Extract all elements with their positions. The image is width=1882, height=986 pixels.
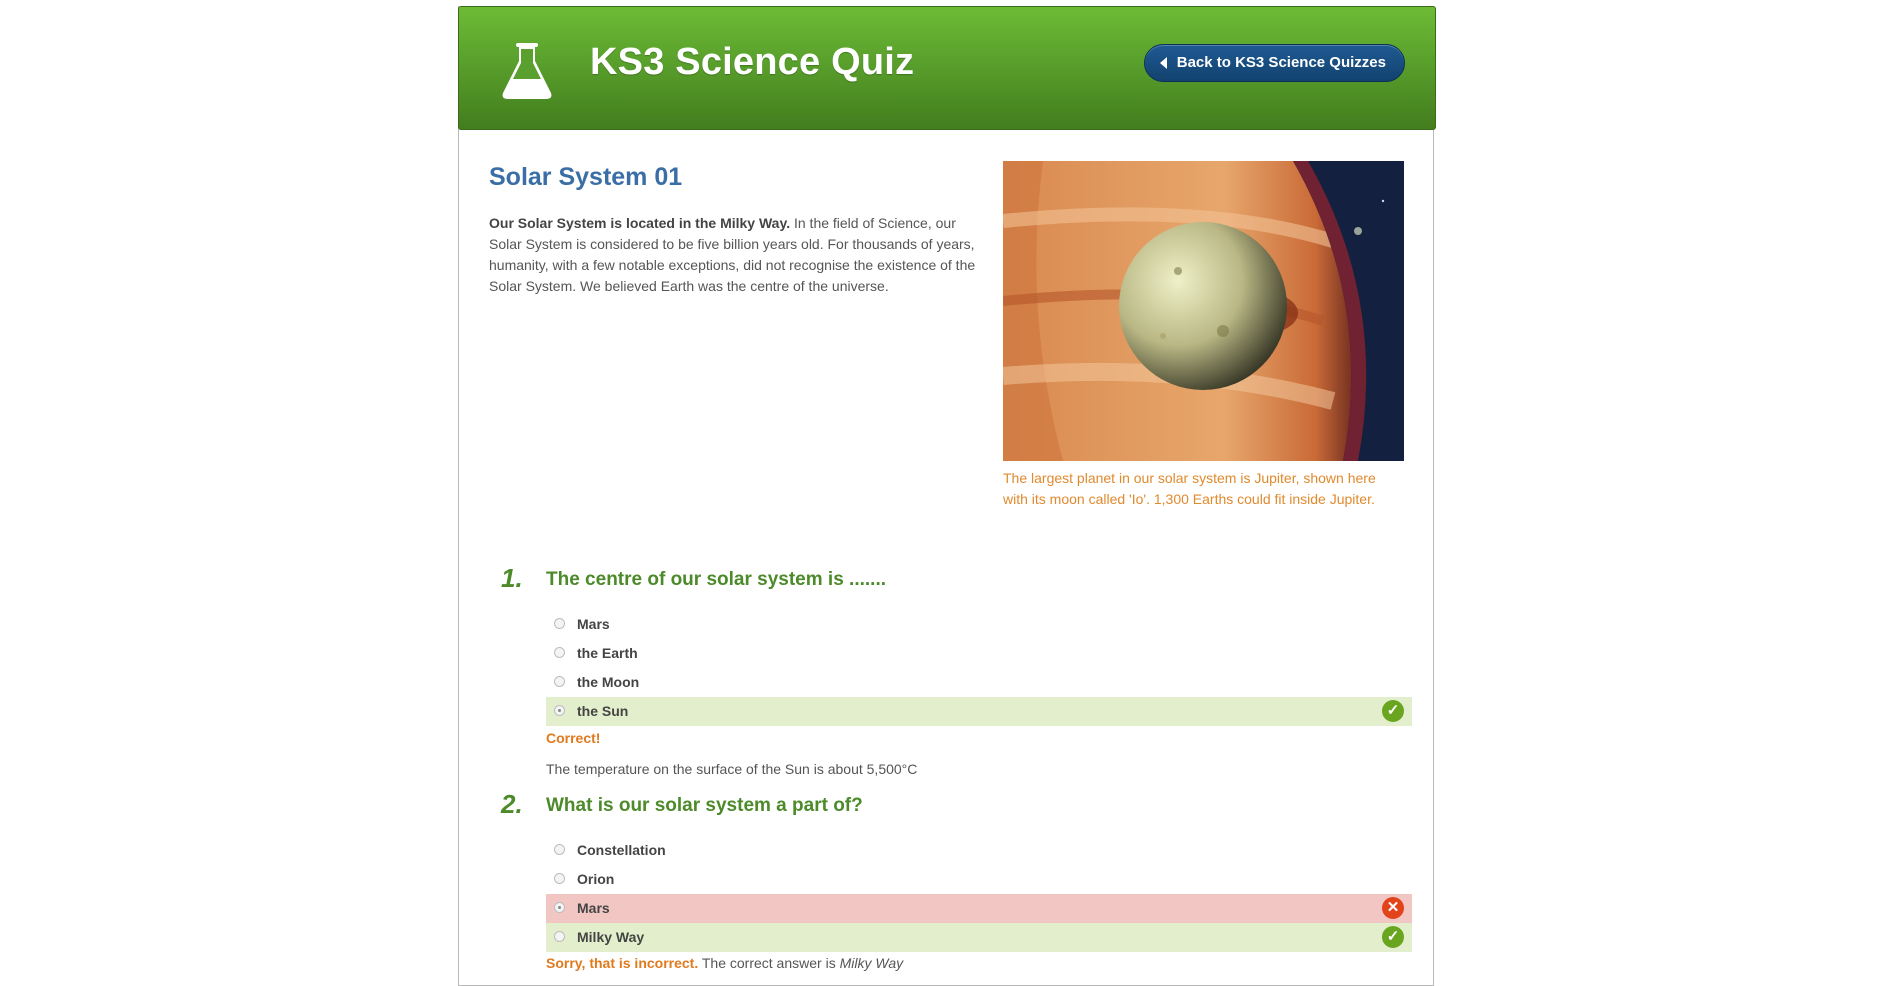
question-1-option-mars[interactable]: Mars <box>546 610 1412 639</box>
option-label: Mars <box>577 616 610 632</box>
question-1-number: 1. <box>501 563 523 593</box>
feedback-status: Correct! <box>546 730 601 746</box>
radio-button[interactable] <box>554 931 565 942</box>
radio-button[interactable] <box>554 844 565 855</box>
feedback-status: Sorry, that is incorrect. <box>546 955 699 971</box>
image-caption: The largest planet in our solar system i… <box>1003 470 1376 507</box>
feedback-text: The correct answer is <box>698 955 840 971</box>
jupiter-io-image <box>1003 161 1404 461</box>
radio-button[interactable] <box>554 873 565 884</box>
option-label: Orion <box>577 871 615 887</box>
flask-icon <box>502 43 552 99</box>
option-label: the Earth <box>577 645 638 661</box>
back-to-quizzes-button[interactable]: Back to KS3 Science Quizzes <box>1143 44 1405 82</box>
site-title: KS3 Science Quiz <box>590 41 915 83</box>
option-label: Constellation <box>577 842 666 858</box>
checkmark-icon: ✓ <box>1382 700 1404 722</box>
radio-button-selected[interactable] <box>554 902 565 913</box>
intro-bold: Our Solar System is located in the Milky… <box>489 215 791 231</box>
cross-icon: ✕ <box>1382 897 1404 919</box>
question-1-feedback: Correct! <box>546 730 600 746</box>
option-label: Mars <box>577 900 610 916</box>
question-1-option-the-moon[interactable]: the Moon <box>546 668 1412 697</box>
question-2-option-mars[interactable]: Mars ✕ <box>546 894 1412 923</box>
quiz-page: KS3 Science Quiz Back to KS3 Science Qui… <box>458 6 1436 986</box>
question-2-number: 2. <box>501 789 523 819</box>
question-1-option-the-earth[interactable]: the Earth <box>546 639 1412 668</box>
question-2-feedback: Sorry, that is incorrect. The correct an… <box>546 955 903 971</box>
option-label: the Sun <box>577 703 629 719</box>
radio-button-selected[interactable] <box>554 705 565 716</box>
option-label: Milky Way <box>577 929 645 945</box>
question-2-option-constellation[interactable]: Constellation <box>546 836 1412 865</box>
correct-answer: Milky Way <box>839 955 904 971</box>
header-banner: KS3 Science Quiz Back to KS3 Science Qui… <box>458 6 1436 130</box>
back-button-label: Back to KS3 Science Quizzes <box>1176 54 1386 71</box>
question-1-text: The centre of our solar system is ......… <box>546 569 886 590</box>
question-1-note: The temperature on the surface of the Su… <box>546 761 918 777</box>
checkmark-icon: ✓ <box>1382 926 1404 948</box>
question-2-text: What is our solar system a part of? <box>546 795 863 816</box>
option-label: the Moon <box>577 674 640 690</box>
arrow-left-icon <box>1159 57 1167 69</box>
radio-button[interactable] <box>554 647 565 658</box>
question-2-option-milky-way[interactable]: Milky Way ✓ <box>546 923 1412 952</box>
question-1-option-the-sun[interactable]: the Sun ✓ <box>546 697 1412 726</box>
question-2-option-orion[interactable]: Orion <box>546 865 1412 894</box>
quiz-intro: Our Solar System is located in the Milky… <box>489 213 979 297</box>
radio-button[interactable] <box>554 618 565 629</box>
quiz-title: Solar System 01 <box>489 163 683 191</box>
radio-button[interactable] <box>554 676 565 687</box>
